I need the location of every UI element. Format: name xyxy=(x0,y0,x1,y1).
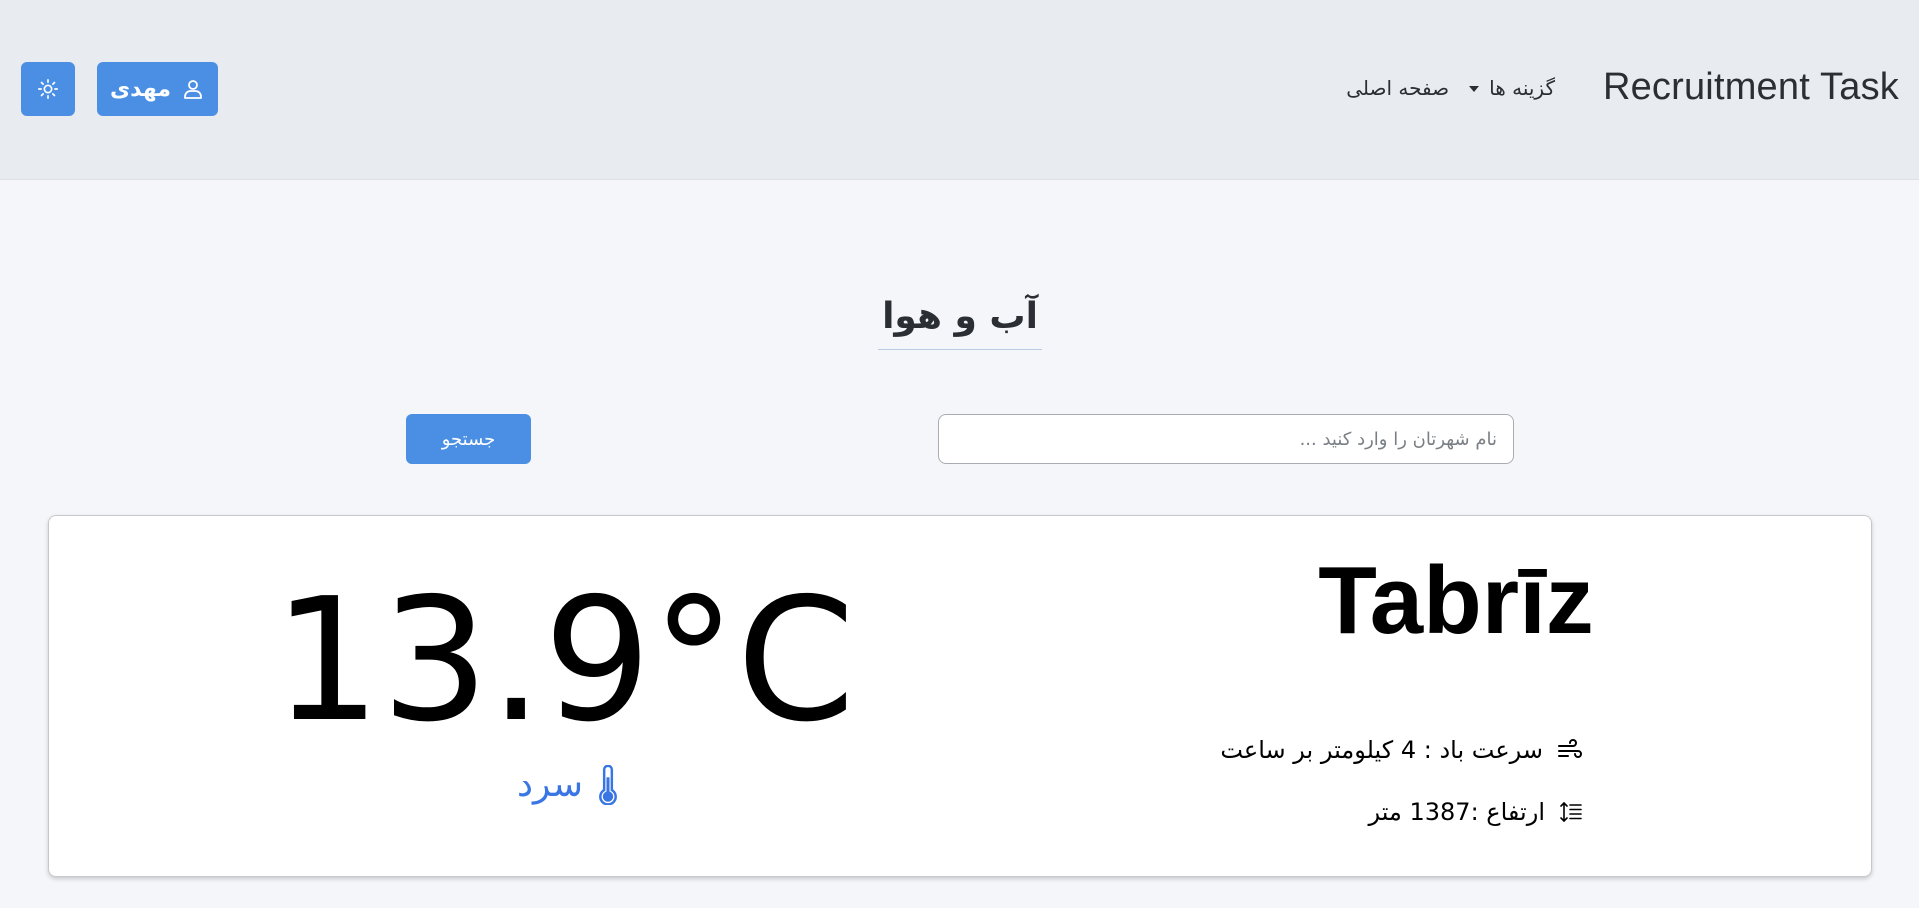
nav-options-dropdown[interactable]: گزینه ها xyxy=(1469,76,1555,100)
wind-icon xyxy=(1558,739,1582,758)
search-button[interactable]: جستجو xyxy=(406,414,531,464)
user-name: مهدی xyxy=(110,76,172,102)
thermometer-icon xyxy=(599,764,617,805)
user-button[interactable]: مهدی xyxy=(97,62,218,116)
theme-toggle-button[interactable] xyxy=(21,62,75,116)
condition-label: سرد xyxy=(516,764,584,805)
elevation-row: ارتفاع :1387 متر xyxy=(1369,798,1583,826)
city-name: Tabrīz xyxy=(1318,547,1594,654)
user-icon xyxy=(184,80,202,99)
sun-icon xyxy=(38,79,58,99)
navbar: Recruitment Task صفحه اصلی گزینه ها مهدی xyxy=(0,0,1919,180)
condition-status: سرد xyxy=(449,764,689,805)
wind-speed-text: سرعت باد : 4 کیلومتر بر ساعت xyxy=(1220,736,1543,764)
city-search-input[interactable] xyxy=(938,414,1514,464)
chevron-down-icon xyxy=(1469,86,1480,92)
elevation-text: ارتفاع :1387 متر xyxy=(1368,798,1545,826)
brand-title[interactable]: Recruitment Task xyxy=(1603,66,1899,109)
elevation-icon xyxy=(1560,801,1582,823)
page-title: آب و هوا xyxy=(878,296,1042,350)
wind-speed-row: سرعت باد : 4 کیلومتر بر ساعت xyxy=(1220,736,1583,764)
nav-links: صفحه اصلی گزینه ها xyxy=(1346,76,1555,100)
nav-home-link[interactable]: صفحه اصلی xyxy=(1346,76,1449,100)
temperature-value: 13.9°C xyxy=(272,562,856,760)
nav-options-label: گزینه ها xyxy=(1489,76,1555,100)
weather-card: Tabrīz 13.9°C سرد سرعت باد : 4 کیلومتر ب… xyxy=(48,515,1872,877)
